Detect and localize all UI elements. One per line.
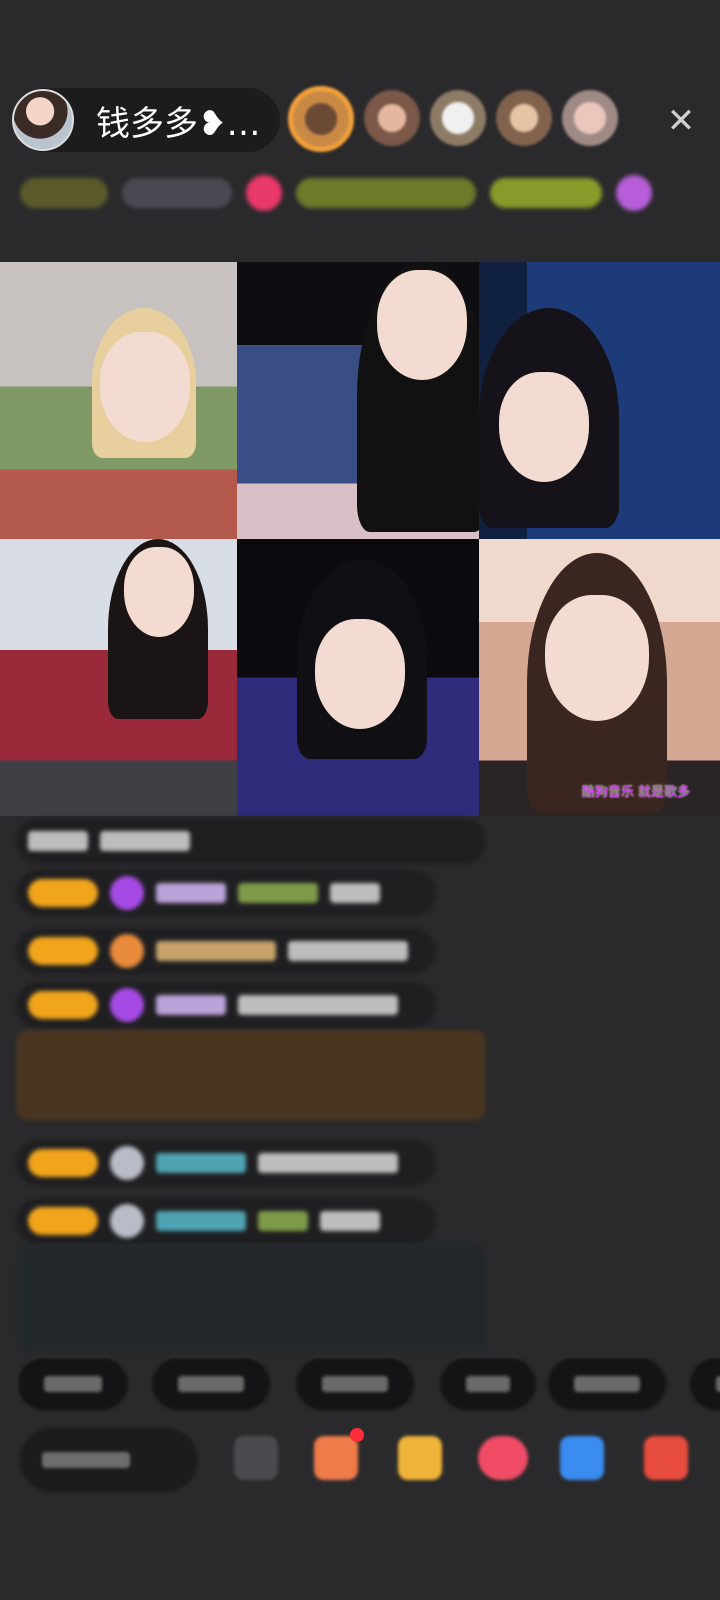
guest-face [124,547,194,637]
shop-icon[interactable] [314,1436,358,1480]
viewer-avatar[interactable] [496,90,552,146]
guest-face [315,619,405,729]
music-watermark: 酷狗音乐 就是歌多 [581,785,690,800]
diamond-icon [110,876,144,910]
guest-face [499,372,589,482]
game-icon[interactable] [478,1436,528,1480]
quick-reply-chip[interactable] [548,1358,666,1410]
viewer-avatar[interactable] [562,90,618,146]
level-badge [28,1207,98,1235]
viewer-avatar[interactable] [430,90,486,146]
chat-message[interactable] [16,982,436,1028]
guest-video-4[interactable] [0,539,237,816]
guest-video-6[interactable]: 酷狗音乐 就是歌多 [479,539,720,816]
diamond-icon [110,988,144,1022]
guest-video-2[interactable] [237,262,479,539]
level-badge [28,937,98,965]
host-name: 钱多多❥… [96,103,261,144]
notification-dot [350,1428,364,1442]
room-badges-row [20,170,690,216]
host-profile-pill[interactable]: 钱多多❥… [12,88,280,152]
badge[interactable] [122,178,232,208]
chat-message[interactable] [16,928,436,974]
guest-face [545,595,649,721]
badge-icon[interactable] [616,175,652,211]
guest-face [100,332,190,442]
close-icon[interactable]: ✕ [664,104,698,138]
chat-message[interactable] [16,1198,436,1244]
level-badge [28,991,98,1019]
system-notice [16,1244,486,1352]
level-badge [28,879,98,907]
gift-icon[interactable] [644,1436,688,1480]
badge[interactable] [490,178,602,208]
quick-reply-chip[interactable] [690,1358,720,1410]
badge[interactable] [296,178,476,208]
live-room-header: 钱多多❥… ✕ [12,86,708,154]
quick-reply-chip[interactable] [18,1358,128,1410]
message-icon[interactable] [560,1436,604,1480]
chat-input[interactable] [20,1428,198,1492]
chat-message[interactable] [16,1140,436,1186]
quick-reply-chip[interactable] [440,1358,536,1410]
multi-guest-video-grid: 酷狗音乐 就是歌多 [0,262,720,816]
viewer-avatar[interactable] [364,90,420,146]
medal-icon [110,934,144,968]
host-avatar[interactable] [12,89,74,151]
chat-icon[interactable] [234,1436,278,1480]
guest-video-1[interactable] [0,262,237,539]
quick-reply-chips [18,1358,720,1414]
chat-message[interactable] [16,818,486,864]
level-badge [28,1149,98,1177]
medal-icon [110,1204,144,1238]
guest-video-5[interactable] [237,539,479,816]
quick-reply-chip[interactable] [296,1358,414,1410]
bottom-toolbar [0,1422,720,1498]
guest-face [377,270,467,380]
medal-icon [110,1146,144,1180]
gift-message[interactable] [16,1030,486,1120]
badge-icon[interactable] [246,175,282,211]
guest-video-3[interactable] [479,262,720,539]
top-viewers [288,86,618,152]
viewer-avatar-top[interactable] [288,86,354,152]
gift-box-icon[interactable] [398,1436,442,1480]
chat-message[interactable] [16,870,436,916]
badge[interactable] [20,178,108,208]
quick-reply-chip[interactable] [152,1358,270,1410]
